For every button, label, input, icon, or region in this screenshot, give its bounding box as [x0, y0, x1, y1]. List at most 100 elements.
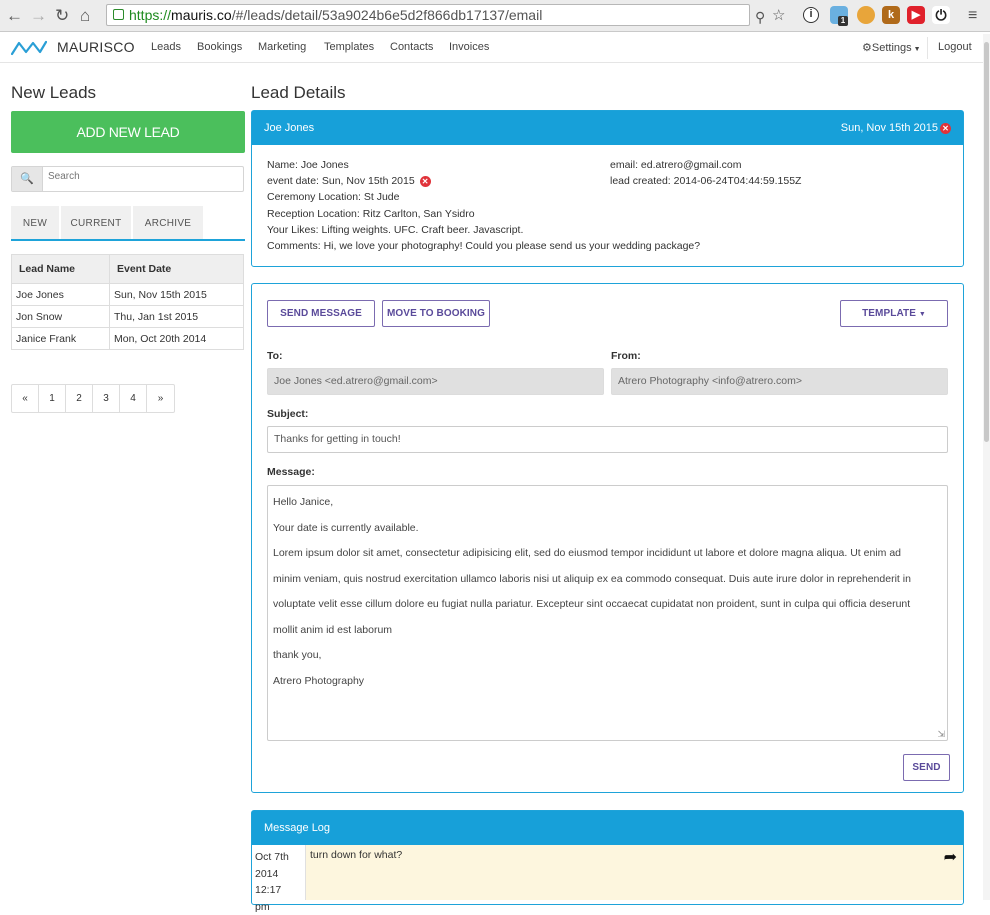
template-label: TEMPLATE: [862, 308, 916, 319]
message-label: Message:: [267, 466, 315, 478]
page-next[interactable]: »: [147, 385, 174, 412]
page-prev[interactable]: «: [12, 385, 39, 412]
lead-date-heading: Sun, Nov 15th 2015: [841, 122, 938, 134]
zoom-icon[interactable]: ⚲: [755, 7, 765, 27]
page-2[interactable]: 2: [66, 385, 93, 412]
from-field[interactable]: Atrero Photography <info@atrero.com>: [611, 368, 948, 395]
back-icon[interactable]: ←: [6, 6, 23, 26]
forward-icon[interactable]: →: [30, 6, 47, 26]
col-lead-name: Lead Name: [12, 255, 110, 284]
nav-invoices[interactable]: Invoices: [449, 41, 489, 53]
detail-comments: Comments: Hi, we love your photography! …: [267, 238, 700, 254]
address-bar[interactable]: https://mauris.co/#/leads/detail/53a9024…: [106, 4, 750, 26]
url-host: mauris.co: [171, 7, 232, 23]
lead-details-title: Lead Details: [251, 83, 346, 103]
extension-badge: 1: [838, 16, 848, 26]
youtube-icon[interactable]: ▶: [907, 6, 925, 24]
k-extension-icon[interactable]: k: [882, 6, 900, 24]
subject-field[interactable]: Thanks for getting in touch!: [267, 426, 948, 453]
caret-down-icon: ▼: [919, 311, 926, 318]
message-line: mollit anim id est laborum: [273, 618, 942, 644]
search-icon[interactable]: 🔍: [12, 167, 43, 191]
page-1[interactable]: 1: [39, 385, 66, 412]
to-label: To:: [267, 350, 283, 362]
browser-toolbar: ← → ↻ ⌂ https://mauris.co/#/leads/detail…: [0, 0, 990, 32]
detail-event-date: event date: Sun, Nov 15th 2015: [267, 175, 415, 187]
send-button[interactable]: SEND: [903, 754, 950, 781]
settings-label: Settings: [872, 42, 912, 54]
lead-name[interactable]: Joe Jones: [12, 284, 110, 306]
leads-table: Lead Name Event Date Joe JonesSun, Nov 1…: [11, 254, 244, 350]
message-signoff: thank you,: [273, 643, 942, 669]
move-to-booking-button[interactable]: MOVE TO BOOKING: [382, 300, 490, 327]
event-date: Sun, Nov 15th 2015: [110, 284, 244, 306]
pagination: « 1 2 3 4 »: [11, 384, 175, 413]
log-date: Oct 7th 2014 12:17 pm: [252, 845, 306, 900]
info-icon[interactable]: i: [803, 7, 819, 23]
settings-menu[interactable]: ⚙Settings ▼: [862, 41, 921, 54]
search-box: 🔍: [11, 166, 244, 192]
new-leads-title: New Leads: [11, 83, 96, 103]
log-date-line: pm: [255, 899, 302, 915]
to-field[interactable]: Joe Jones <ed.atrero@gmail.com>: [267, 368, 604, 395]
detail-created: lead created: 2014-06-24T04:44:59.155Z: [610, 173, 801, 189]
subject-label: Subject:: [267, 408, 308, 420]
bookmark-star-icon[interactable]: ☆: [772, 6, 785, 26]
detail-email: email: ed.atrero@gmail.com: [610, 157, 801, 173]
message-greeting: Hello Janice,: [273, 490, 942, 516]
log-text: turn down for what?: [310, 849, 402, 861]
lead-name[interactable]: Jon Snow: [12, 306, 110, 328]
remove-date-icon[interactable]: ✕: [420, 176, 431, 187]
detail-likes: Your Likes: Lifting weights. UFC. Craft …: [267, 222, 700, 238]
resize-handle-icon[interactable]: ⇲: [937, 729, 945, 740]
nav-templates[interactable]: Templates: [324, 41, 374, 53]
logout-link[interactable]: Logout: [938, 41, 972, 53]
from-label: From:: [611, 350, 641, 362]
reload-icon[interactable]: ↻: [55, 6, 69, 26]
lead-details-panel: Joe Jones Sun, Nov 15th 2015✕ Name: Joe …: [251, 110, 964, 267]
home-icon[interactable]: ⌂: [80, 6, 90, 26]
gear-icon: ⚙: [862, 42, 872, 54]
lead-info-right: email: ed.atrero@gmail.com lead created:…: [610, 157, 801, 189]
logo-icon: [11, 40, 47, 56]
message-line: minim veniam, quis nostrud exercitation …: [273, 567, 942, 593]
log-date-line: 2014 12:17: [255, 866, 302, 899]
template-dropdown[interactable]: TEMPLATE ▼: [840, 300, 948, 327]
lead-name-heading: Joe Jones: [264, 122, 314, 134]
message-textarea[interactable]: Hello Janice, Your date is currently ava…: [267, 485, 948, 741]
table-row[interactable]: Joe JonesSun, Nov 15th 2015: [12, 284, 244, 306]
page-3[interactable]: 3: [93, 385, 120, 412]
lead-name[interactable]: Janice Frank: [12, 328, 110, 350]
nav-bookings[interactable]: Bookings: [197, 41, 242, 53]
remove-icon[interactable]: ✕: [940, 123, 951, 134]
event-date: Mon, Oct 20th 2014: [110, 328, 244, 350]
tab-current[interactable]: CURRENT: [61, 206, 131, 239]
tab-archive[interactable]: ARCHIVE: [133, 206, 203, 239]
message-signature: Atrero Photography: [273, 669, 942, 695]
detail-reception: Reception Location: Ritz Carlton, San Ys…: [267, 206, 700, 222]
add-new-lead-button[interactable]: ADD NEW LEAD: [11, 111, 245, 153]
nav-divider: [927, 37, 928, 59]
detail-ceremony: Ceremony Location: St Jude: [267, 189, 700, 205]
nav-contacts[interactable]: Contacts: [390, 41, 433, 53]
event-date: Thu, Jan 1st 2015: [110, 306, 244, 328]
menu-icon[interactable]: ≡: [968, 6, 977, 26]
cookie-icon[interactable]: [857, 6, 875, 24]
page-4[interactable]: 4: [120, 385, 147, 412]
caret-down-icon: ▼: [912, 46, 921, 53]
search-input[interactable]: [48, 171, 238, 182]
brand-logo[interactable]: MAURISCO: [11, 39, 135, 56]
scrollbar-thumb[interactable]: [984, 42, 989, 442]
table-row[interactable]: Jon SnowThu, Jan 1st 2015: [12, 306, 244, 328]
reply-arrow-icon[interactable]: ➦: [944, 847, 957, 867]
table-row[interactable]: Janice FrankMon, Oct 20th 2014: [12, 328, 244, 350]
nav-leads[interactable]: Leads: [151, 41, 181, 53]
nav-marketing[interactable]: Marketing: [258, 41, 306, 53]
brand-name: MAURISCO: [57, 39, 135, 55]
tab-new[interactable]: NEW: [11, 206, 59, 239]
power-icon[interactable]: ⏻: [932, 6, 950, 24]
scrollbar[interactable]: [983, 34, 990, 900]
lead-tabs: NEW CURRENT ARCHIVE: [11, 206, 245, 241]
send-message-button[interactable]: SEND MESSAGE: [267, 300, 375, 327]
log-date-line: Oct 7th: [255, 849, 302, 866]
